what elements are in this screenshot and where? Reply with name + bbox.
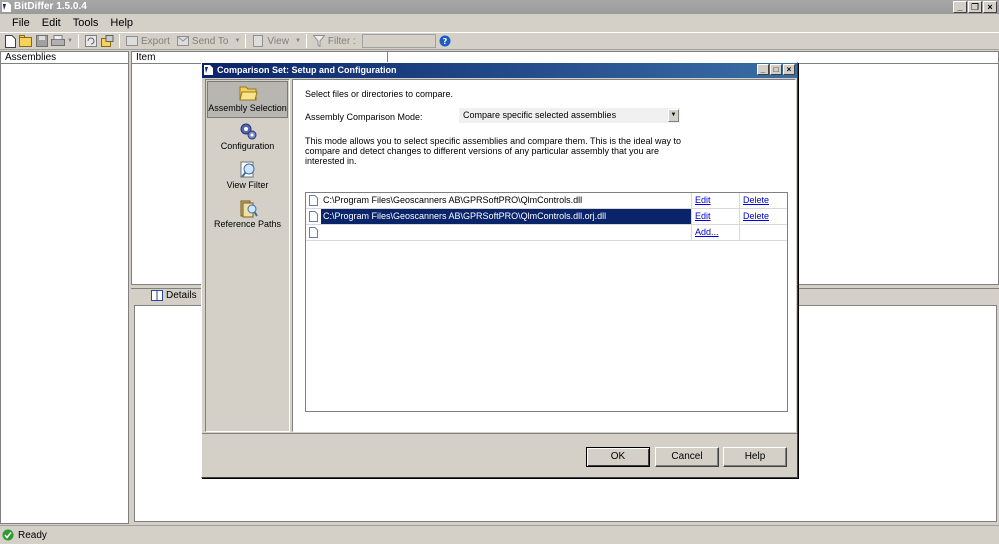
add-link[interactable]: Add... (691, 225, 739, 240)
help-icon[interactable]: ? (438, 34, 452, 48)
comparison-mode-select[interactable]: Compare specific selected assemblies ▼ (459, 108, 680, 123)
details-tab-label: Details (166, 290, 197, 301)
dialog-title: Comparison Set: Setup and Configuration (217, 65, 397, 75)
dropdown-arrow-icon[interactable]: ▼ (234, 34, 240, 48)
toolbar-separator (305, 34, 307, 48)
file-icon (309, 211, 318, 222)
bitdiffer-icon (204, 65, 213, 75)
menu-tools[interactable]: Tools (67, 14, 105, 32)
menu-edit[interactable]: Edit (36, 14, 67, 32)
delete-link[interactable]: Delete (739, 193, 787, 208)
assembly-selection-panel: Select files or directories to compare. … (292, 79, 796, 432)
file-icon (309, 195, 318, 206)
folder-icon (238, 86, 258, 101)
app-title: BitDiffer 1.5.0.4 (14, 1, 87, 12)
dropdown-arrow-icon[interactable]: ▼ (67, 34, 73, 48)
nav-configuration[interactable]: Configuration (207, 120, 288, 157)
details-tab[interactable]: Details (151, 290, 197, 301)
assembly-path: C:\Program Files\Geoscanners AB\GPRSoftP… (323, 195, 583, 205)
mode-description: This mode allows you to select specific … (305, 136, 682, 166)
view-button[interactable]: View (267, 36, 289, 47)
send-to-icon (176, 34, 190, 48)
new-file-icon[interactable] (3, 34, 17, 48)
bitdiffer-icon (2, 2, 11, 12)
comparison-set-dialog: Comparison Set: Setup and Configuration … (201, 62, 798, 478)
dialog-close-button[interactable]: × (783, 64, 795, 75)
nav-reference-paths[interactable]: Reference Paths (207, 198, 288, 235)
svg-text:?: ? (442, 37, 447, 46)
dialog-button-bar: OK Cancel Help (202, 433, 797, 477)
toolbar-separator (78, 34, 79, 48)
help-button[interactable]: Help (723, 447, 787, 467)
delete-link[interactable]: Delete (739, 209, 787, 224)
ready-check-icon (2, 529, 14, 541)
assembly-path: C:\Program Files\Geoscanners AB\GPRSoftP… (321, 209, 691, 224)
file-icon (309, 227, 318, 238)
gears-icon (240, 123, 256, 140)
filter-label: Filter : (327, 35, 356, 47)
comparison-mode-value: Compare specific selected assemblies (463, 110, 617, 120)
menu-help[interactable]: Help (104, 14, 139, 32)
assemblies-pane[interactable]: Assemblies (0, 51, 129, 524)
new-assembly-path[interactable] (321, 225, 691, 240)
settings-icon[interactable] (100, 34, 114, 48)
settings-nav: Assembly Selection Configuration View Fi… (205, 79, 290, 432)
table-row-new[interactable]: Add... (306, 225, 787, 241)
filter-icon (312, 34, 326, 48)
reference-paths-icon (240, 200, 258, 218)
magnifier-icon (240, 161, 254, 178)
mode-label: Assembly Comparison Mode: (305, 112, 423, 122)
open-folder-icon[interactable] (19, 34, 33, 48)
dialog-minimize-button[interactable]: _ (757, 64, 769, 75)
toolbar-separator (119, 34, 120, 48)
table-row[interactable]: C:\Program Files\Geoscanners AB\GPRSoftP… (306, 193, 787, 209)
minimize-button[interactable]: _ (953, 1, 967, 13)
dialog-maximize-button[interactable]: □ (770, 64, 782, 75)
send-to-button[interactable]: Send To (192, 36, 229, 47)
toolbar-separator (245, 34, 247, 48)
menubar: File Edit Tools Help (0, 14, 999, 32)
nav-view-filter[interactable]: View Filter (207, 159, 288, 196)
menu-file[interactable]: File (6, 14, 36, 32)
nav-label: Assembly Selection (208, 103, 287, 113)
table-row[interactable]: C:\Program Files\Geoscanners AB\GPRSoftP… (306, 209, 787, 225)
statusbar: Ready (0, 525, 999, 544)
ok-button[interactable]: OK (586, 447, 650, 467)
app-titlebar: BitDiffer 1.5.0.4 _ ❐ × (0, 0, 999, 14)
chevron-down-icon[interactable]: ▼ (668, 109, 679, 122)
status-text: Ready (18, 529, 47, 541)
close-button[interactable]: × (983, 1, 997, 13)
restore-button[interactable]: ❐ (968, 1, 982, 13)
export-button[interactable]: Export (141, 36, 170, 47)
nav-label: View Filter (226, 180, 269, 190)
view-icon (251, 34, 265, 48)
empty-cell (739, 225, 787, 240)
toolbar: ▼ Export Send To ▼ View ▼ Filter : ? (0, 32, 999, 50)
cancel-button[interactable]: Cancel (655, 447, 719, 467)
assembly-list: C:\Program Files\Geoscanners AB\GPRSoftP… (305, 192, 788, 412)
edit-link[interactable]: Edit (691, 193, 739, 208)
dialog-titlebar: Comparison Set: Setup and Configuration … (202, 63, 797, 78)
nav-assembly-selection[interactable]: Assembly Selection (207, 81, 288, 118)
refresh-icon[interactable] (84, 34, 98, 48)
intro-text: Select files or directories to compare. (305, 89, 454, 99)
print-icon[interactable] (51, 34, 65, 48)
nav-label: Configuration (220, 141, 275, 151)
edit-link[interactable]: Edit (691, 209, 739, 224)
filter-input[interactable] (361, 34, 436, 48)
save-icon[interactable] (35, 34, 49, 48)
dropdown-arrow-icon[interactable]: ▼ (295, 34, 301, 48)
book-icon (151, 290, 163, 301)
export-icon (125, 34, 139, 48)
assemblies-header[interactable]: Assemblies (1, 52, 128, 64)
nav-label: Reference Paths (213, 219, 282, 229)
